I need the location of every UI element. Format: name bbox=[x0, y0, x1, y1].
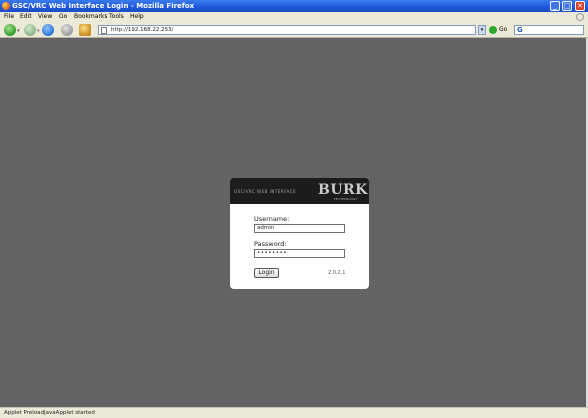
login-card-header: GSC/VRC WEB INTERFACE BURK TECHNOLOGY bbox=[230, 178, 369, 204]
menu-bar: File Edit View Go Bookmarks Tools Help bbox=[0, 12, 588, 22]
login-card: GSC/VRC WEB INTERFACE BURK TECHNOLOGY Us… bbox=[230, 178, 369, 289]
reload-icon[interactable] bbox=[42, 24, 54, 36]
menu-bookmarks[interactable]: Bookmarks bbox=[74, 12, 108, 22]
throbber-icon bbox=[576, 13, 584, 21]
login-button[interactable]: Login bbox=[254, 268, 279, 278]
menu-file[interactable]: File bbox=[4, 12, 14, 22]
status-text: Applet PreloadJavaApplet started bbox=[4, 410, 95, 416]
menu-view[interactable]: View bbox=[38, 12, 52, 22]
go-icon[interactable] bbox=[489, 26, 497, 34]
burk-logo: BURK bbox=[318, 182, 368, 198]
burk-logo-subtitle: TECHNOLOGY bbox=[334, 197, 358, 201]
menu-tools[interactable]: Tools bbox=[109, 12, 124, 22]
page-icon bbox=[101, 27, 107, 34]
username-field[interactable]: admin bbox=[254, 224, 345, 233]
minimize-button[interactable]: _ bbox=[550, 1, 560, 11]
status-bar: Applet PreloadJavaApplet started bbox=[0, 407, 588, 418]
google-icon: G bbox=[517, 26, 523, 34]
url-bar[interactable]: http://192.168.22.253/ bbox=[98, 25, 476, 35]
maximize-button[interactable]: □ bbox=[562, 1, 572, 11]
window-title: GSC/VRC Web Interface Login - Mozilla Fi… bbox=[12, 2, 195, 10]
menu-help[interactable]: Help bbox=[130, 12, 144, 22]
menu-edit[interactable]: Edit bbox=[20, 12, 32, 22]
navigation-toolbar: ▾ ▾ http://192.168.22.253/ ▾ Go G bbox=[0, 22, 588, 38]
close-button[interactable]: ✕ bbox=[575, 1, 585, 11]
window-titlebar: GSC/VRC Web Interface Login - Mozilla Fi… bbox=[0, 0, 588, 12]
back-icon[interactable] bbox=[4, 24, 16, 36]
page-content: GSC/VRC WEB INTERFACE BURK TECHNOLOGY Us… bbox=[0, 38, 588, 407]
forward-icon[interactable] bbox=[24, 24, 36, 36]
url-dropdown-icon[interactable]: ▾ bbox=[478, 25, 486, 35]
search-input[interactable]: G bbox=[514, 25, 584, 35]
menu-go[interactable]: Go bbox=[59, 12, 67, 22]
firefox-icon bbox=[2, 2, 10, 10]
home-icon[interactable] bbox=[79, 24, 91, 36]
version-label: 2.0.2.1 bbox=[328, 270, 346, 276]
url-text[interactable]: http://192.168.22.253/ bbox=[111, 26, 173, 34]
password-label: Password: bbox=[254, 240, 287, 248]
go-button[interactable]: Go bbox=[499, 26, 507, 34]
back-dropdown-icon[interactable]: ▾ bbox=[17, 28, 20, 34]
login-form: Username: admin Password: •••••••• Login… bbox=[230, 204, 369, 289]
password-field[interactable]: •••••••• bbox=[254, 249, 345, 258]
username-label: Username: bbox=[254, 215, 290, 223]
app-title: GSC/VRC WEB INTERFACE bbox=[234, 189, 296, 194]
stop-icon[interactable] bbox=[61, 24, 73, 36]
forward-dropdown-icon[interactable]: ▾ bbox=[37, 28, 40, 34]
